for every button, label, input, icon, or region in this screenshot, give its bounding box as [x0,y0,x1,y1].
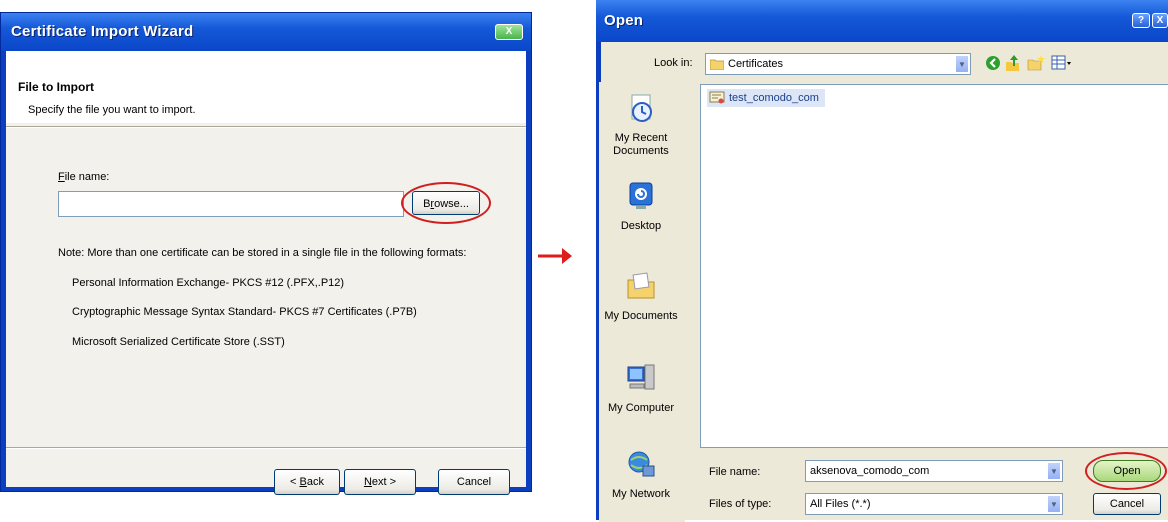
my-documents-icon [627,272,655,299]
files-of-type-dropdown[interactable]: All Files (*.*) ▼ [805,493,1063,515]
place-my-recent-documents[interactable]: My Recent Documents [601,92,681,158]
certificate-import-wizard-window: Certificate Import Wizard X File to Impo… [0,12,532,495]
file-name-label: File name: [58,171,109,183]
place-label: My Recent Documents [613,132,669,157]
open-file-name-label: File name: [709,466,761,478]
wizard-client-area: File to Import Specify the file you want… [6,51,526,495]
my-computer-icon [627,364,655,390]
back-label-post: ack [306,476,324,488]
folder-icon [710,59,724,70]
next-access-key: N [363,476,372,488]
browse-button[interactable]: Browse... [412,191,480,215]
open-title-bar[interactable]: Open ? X [596,0,1168,42]
next-button[interactable]: Next > [344,469,416,495]
place-label: Desktop [620,220,662,232]
format-pkcs7: Cryptographic Message Syntax Standard- P… [72,306,417,318]
recent-documents-icon [631,94,652,122]
open-close-button[interactable]: X [1152,13,1168,28]
wizard-step-subtitle: Specify the file you want to import. [28,104,196,116]
close-icon: X [1156,15,1164,26]
wizard-title: Certificate Import Wizard [11,23,194,40]
place-label: My Network [611,488,671,500]
file-item[interactable]: test_comodo_com [707,89,825,107]
help-icon: ? [1137,15,1145,26]
chevron-down-icon: ▼ [1047,462,1061,480]
chevron-down-icon: ▼ [955,55,969,73]
back-access-key: B [299,476,307,488]
place-label: My Computer [607,402,675,414]
chevron-down-icon: ▼ [1047,495,1061,513]
help-button[interactable]: ? [1132,13,1150,28]
next-label-post: ext > [371,476,397,488]
certificate-file-icon [709,91,725,104]
file-name-access-key: F [58,171,65,183]
wizard-cancel-button[interactable]: Cancel [438,469,510,495]
header-divider [6,126,526,128]
wizard-header-panel: File to Import Specify the file you want… [6,51,526,123]
wizard-close-button[interactable]: X [495,24,523,40]
desktop-icon [629,182,653,209]
look-in-label: Look in: [654,57,693,69]
red-arrow-icon [538,248,572,264]
place-my-documents[interactable]: My Documents [601,270,681,323]
wizard-step-title: File to Import [18,80,94,94]
back-arrow-icon[interactable] [985,55,1001,71]
back-button[interactable]: < Back [274,469,340,495]
look-in-value: Certificates [728,58,784,70]
formats-note: Note: More than one certificate can be s… [58,247,467,259]
footer-divider [6,447,526,449]
place-my-network[interactable]: My Network [601,448,681,501]
browse-label-post: owse... [434,198,469,210]
file-item-name: test_comodo_com [729,92,819,104]
open-file-name-value: aksenova_comodo_com [810,465,930,477]
back-label-pre: < [290,476,300,488]
format-sst: Microsoft Serialized Certificate Store (… [72,336,285,348]
open-cancel-button[interactable]: Cancel [1093,493,1161,515]
place-my-computer[interactable]: My Computer [601,362,681,415]
place-desktop[interactable]: Desktop [601,180,681,233]
open-file-name-input[interactable]: aksenova_comodo_com ▼ [805,460,1063,482]
open-title: Open [604,12,644,29]
files-of-type-label: Files of type: [709,498,772,510]
places-bar: My Recent Documents Desktop My Documents [599,82,685,522]
files-of-type-value: All Files (*.*) [810,498,871,510]
new-folder-icon[interactable] [1027,55,1045,71]
close-icon: X [505,26,513,37]
views-menu-icon[interactable] [1051,55,1073,71]
file-name-label-text: ile name: [64,171,110,183]
file-list[interactable]: test_comodo_com [700,84,1168,448]
open-file-dialog: Open ? X Look in: Certificates ▼ My Rece… [596,0,1168,522]
look-in-dropdown[interactable]: Certificates ▼ [705,53,971,75]
up-folder-icon[interactable] [1005,54,1021,72]
format-pkcs12: Personal Information Exchange- PKCS #12 … [72,277,345,289]
file-name-input[interactable] [58,191,404,217]
wizard-title-bar[interactable]: Certificate Import Wizard X [1,13,531,51]
open-button[interactable]: Open [1093,460,1161,482]
open-client-area: Look in: Certificates ▼ My Recent Docume… [599,42,1168,522]
my-network-icon [628,451,655,477]
place-label: My Documents [604,310,678,322]
